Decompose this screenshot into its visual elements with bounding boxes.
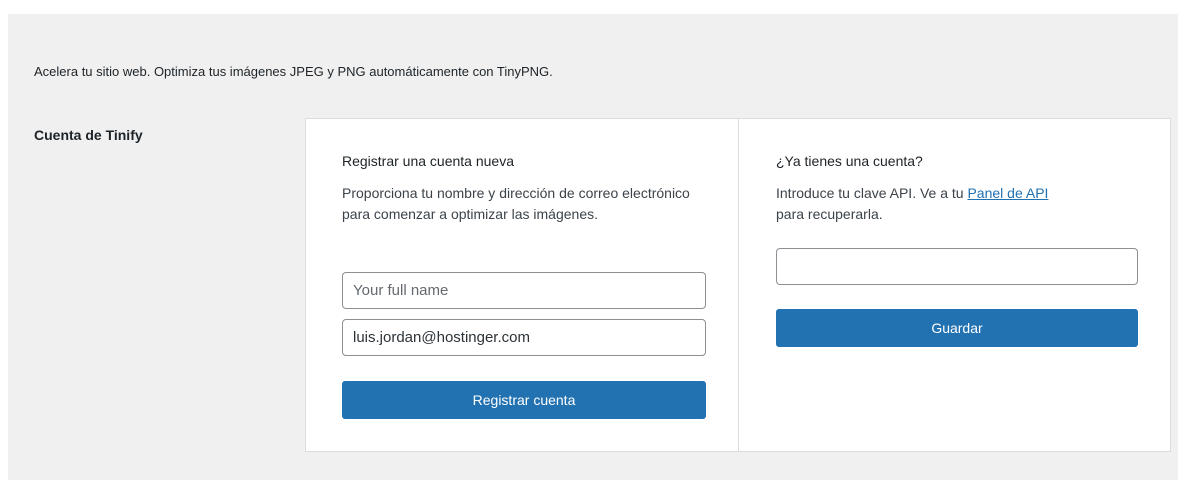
register-account-button[interactable]: Registrar cuenta bbox=[342, 381, 706, 419]
register-description: Proporciona tu nombre y dirección de cor… bbox=[342, 185, 690, 222]
settings-page: Acelera tu sitio web. Optimiza tus imáge… bbox=[8, 14, 1178, 480]
api-dashboard-link[interactable]: Panel de API bbox=[967, 185, 1048, 201]
full-name-input[interactable] bbox=[342, 272, 706, 309]
save-button[interactable]: Guardar bbox=[776, 309, 1138, 347]
api-key-instructions-end: para recuperarla. bbox=[776, 206, 883, 222]
email-input[interactable] bbox=[342, 319, 706, 356]
existing-account-section: ¿Ya tienes una cuenta? Introduce tu clav… bbox=[739, 119, 1170, 451]
register-heading: Registrar una cuenta nueva bbox=[342, 153, 514, 169]
api-key-instructions: Introduce tu clave API. Ve a tu bbox=[776, 185, 968, 201]
intro-text: Acelera tu sitio web. Optimiza tus imáge… bbox=[34, 64, 553, 79]
register-account-section: Registrar una cuenta nueva Proporciona t… bbox=[306, 119, 739, 451]
tinify-account-panel: Registrar una cuenta nueva Proporciona t… bbox=[305, 118, 1171, 452]
existing-account-heading: ¿Ya tienes una cuenta? bbox=[776, 153, 923, 169]
existing-account-description: Introduce tu clave API. Ve a tu Panel de… bbox=[776, 183, 1136, 225]
tinify-account-label: Cuenta de Tinify bbox=[34, 127, 143, 143]
api-key-input[interactable] bbox=[776, 248, 1138, 285]
